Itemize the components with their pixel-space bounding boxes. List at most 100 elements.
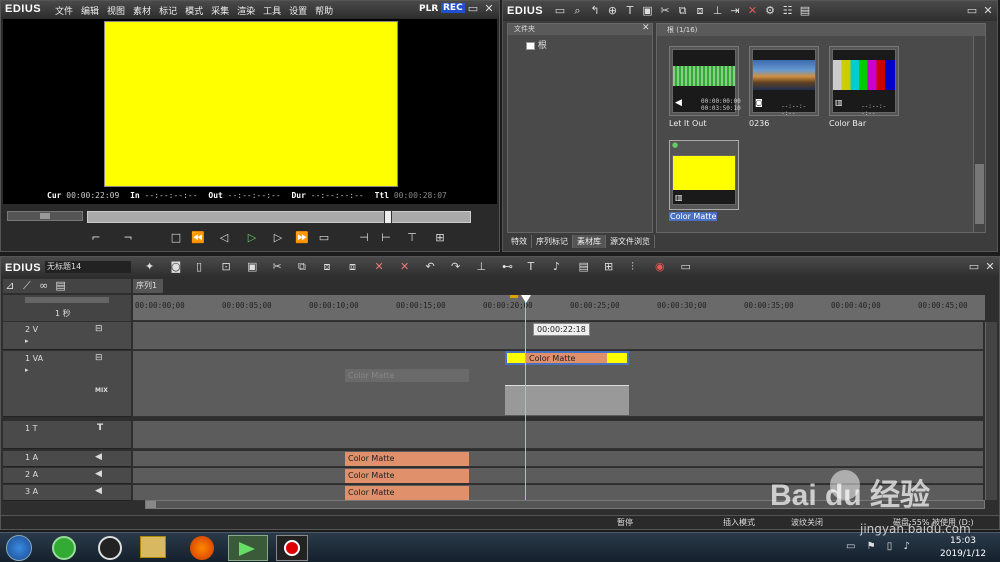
snapshot-icon[interactable]: ◙: [171, 260, 185, 274]
menu-item-10[interactable]: 帮助: [315, 7, 333, 17]
clock-date[interactable]: 2019/1/12: [940, 549, 986, 559]
rewind-icon[interactable]: ⏪: [191, 231, 205, 245]
record-icon[interactable]: ◉: [655, 260, 669, 274]
speaker-icon[interactable]: ◀: [95, 486, 102, 496]
output-icon[interactable]: ⊞: [433, 231, 447, 245]
add-clip-icon[interactable]: ⊕: [606, 4, 620, 18]
step-forward-icon[interactable]: ▷: [271, 231, 285, 245]
track-tool-b-icon[interactable]: ⟋: [20, 279, 34, 293]
clip-color-matte[interactable]: ● ▥: [669, 140, 739, 210]
track-header-1va[interactable]: 1 VA ▸ ⊟ MIX: [3, 351, 131, 417]
tl-title-icon[interactable]: T: [528, 260, 542, 274]
search-icon[interactable]: ⌕: [571, 4, 585, 18]
lane-3a[interactable]: Color Matte: [133, 485, 983, 501]
delete-clip-icon[interactable]: ✕: [400, 260, 414, 274]
play-icon[interactable]: ▷: [245, 231, 259, 245]
folder-tree-close-icon[interactable]: ✕: [642, 23, 650, 33]
undo-icon[interactable]: ↶: [426, 260, 440, 274]
status-ripple[interactable]: 波纹关闭: [791, 517, 823, 528]
stop-icon[interactable]: □: [169, 231, 183, 245]
timeline-minimize-icon[interactable]: ▭: [967, 260, 981, 274]
track-tool-d-icon[interactable]: ▤: [54, 279, 68, 293]
timeline-hscroll[interactable]: [145, 500, 985, 509]
overwrite-icon[interactable]: ⊢: [379, 231, 393, 245]
timeline-clip-audio-2[interactable]: Color Matte: [345, 469, 469, 483]
menu-item-7[interactable]: 渲染: [237, 7, 255, 17]
folder-root[interactable]: 根: [526, 38, 547, 51]
link-icon[interactable]: ⊷: [502, 260, 516, 274]
lane-2a[interactable]: Color Matte: [133, 468, 983, 484]
position-slider-handle[interactable]: [384, 210, 392, 224]
tl-paste2-icon[interactable]: ⧈: [349, 260, 363, 274]
tray-icons[interactable]: ▭ ⚑ ▯ ♪: [846, 541, 914, 552]
speaker-icon[interactable]: ◀: [95, 452, 102, 462]
tab-sequence-markers[interactable]: 序列标记: [532, 235, 573, 248]
menu-item-4[interactable]: 标记: [159, 7, 177, 17]
track-header-1a[interactable]: 1 A ◀: [3, 451, 131, 467]
view-icon[interactable]: ☷: [781, 4, 795, 18]
loop-icon[interactable]: ▭: [317, 231, 331, 245]
new-icon[interactable]: ▯: [196, 260, 210, 274]
tab-source-browser[interactable]: 源文件浏览: [606, 235, 655, 248]
playhead-cursor-icon[interactable]: [521, 295, 531, 303]
mixer-icon[interactable]: ⫶: [630, 260, 644, 274]
menu-item-5[interactable]: 模式: [185, 7, 203, 17]
start-button[interactable]: [6, 535, 32, 561]
track-header-2a[interactable]: 2 A ◀: [3, 468, 131, 484]
timeline-clip-color-matte[interactable]: Color Matte: [505, 351, 629, 365]
delete-icon[interactable]: ✕: [746, 4, 760, 18]
paste-icon[interactable]: ⧈: [693, 4, 707, 18]
taskbar-app-firefox[interactable]: [190, 536, 214, 560]
taskbar-app-explorer[interactable]: [140, 536, 166, 558]
track-header-1t[interactable]: 1 T T: [3, 421, 131, 449]
grid-icon[interactable]: ⊞: [604, 260, 618, 274]
menu-item-8[interactable]: 工具: [263, 7, 281, 17]
clock-time[interactable]: 15:03: [950, 536, 976, 546]
position-slider[interactable]: [87, 210, 471, 224]
scale-selector[interactable]: 1 秒: [3, 295, 131, 321]
taskbar-app-recorder[interactable]: [276, 535, 308, 561]
menu-item-2[interactable]: 视图: [107, 7, 125, 17]
tl-copy-icon[interactable]: ⧉: [298, 260, 312, 274]
track-tool-a-icon[interactable]: ⊿: [3, 279, 17, 293]
copy-icon[interactable]: ⧉: [676, 4, 690, 18]
audio-rubberband[interactable]: [505, 385, 629, 415]
timeline-clip-audio-1[interactable]: Color Matte: [345, 452, 469, 466]
lane-1t[interactable]: [133, 421, 983, 449]
playhead-line[interactable]: [525, 295, 526, 501]
menu-item-0[interactable]: 文件: [55, 7, 73, 17]
open-icon[interactable]: ⊡: [222, 260, 236, 274]
timeline-close-icon[interactable]: ✕: [983, 260, 997, 274]
bin-scrollbar[interactable]: [973, 36, 985, 232]
menu-item-9[interactable]: 设置: [289, 7, 307, 17]
insert-icon[interactable]: ⊣: [357, 231, 371, 245]
lane-1va[interactable]: Color Matte Color Matte: [133, 351, 983, 417]
sequence-tab[interactable]: 序列1: [133, 279, 163, 293]
export-icon[interactable]: ▤: [798, 4, 812, 18]
jog-slider[interactable]: [7, 211, 83, 221]
up-icon[interactable]: ↰: [588, 4, 602, 18]
track-tool-c-icon[interactable]: ∞: [37, 279, 51, 293]
lane-1a[interactable]: Color Matte: [133, 451, 983, 467]
add-timeline-icon[interactable]: ⊥: [711, 4, 725, 18]
menu-item-6[interactable]: 采集: [211, 7, 229, 17]
minimize-icon[interactable]: ▭: [466, 2, 480, 16]
mark-in-icon[interactable]: ⌐: [89, 231, 103, 245]
redo-icon[interactable]: ↷: [451, 260, 465, 274]
rec-button[interactable]: REC: [441, 3, 465, 13]
mark-out-icon[interactable]: ¬: [121, 231, 135, 245]
clip-color-bar[interactable]: ▥ --:--:--:--: [829, 46, 899, 117]
close-icon[interactable]: ✕: [482, 2, 496, 16]
bin-close-icon[interactable]: ✕: [981, 4, 995, 18]
timeline-vscroll[interactable]: [985, 322, 997, 500]
taskbar-app-qq[interactable]: [98, 536, 122, 560]
step-back-icon[interactable]: ◁: [217, 231, 231, 245]
capture-icon[interactable]: ▣: [641, 4, 655, 18]
folder-icon[interactable]: ▭: [553, 4, 567, 18]
track-arrow-icon[interactable]: ▸: [25, 337, 29, 345]
layout-icon[interactable]: ▭: [681, 260, 695, 274]
track-header-2v[interactable]: 2 V ▸ ⊟: [3, 322, 131, 350]
mic-icon[interactable]: ♪: [553, 260, 567, 274]
cut-icon[interactable]: ✂: [658, 4, 672, 18]
delete-ripple-icon[interactable]: ✕: [375, 260, 389, 274]
